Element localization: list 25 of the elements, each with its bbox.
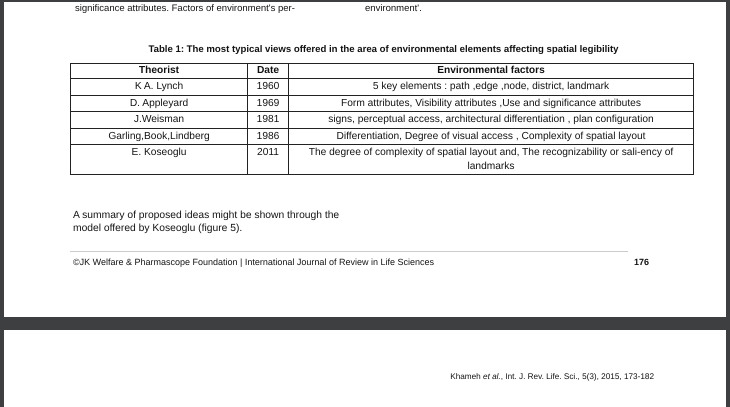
column-header: Environmental factors — [288, 64, 694, 78]
paragraph: A summary of proposed ideas might be shown through the model offered by Koseoglu (figure 5). — [73, 209, 340, 235]
page-number: 176 — [634, 257, 649, 267]
table-cell: The degree of complexity of spatial layout and, The recognizability or sali-ency of landmarks — [288, 144, 694, 174]
table-cell: E. Koseoglu — [70, 144, 248, 174]
body-text: environment'. — [365, 3, 422, 14]
table-cell: 1981 — [248, 112, 288, 128]
table-cell: signs, perceptual access, architectural differentiation , plan configuration — [288, 112, 694, 128]
column-header: Theorist — [70, 64, 248, 78]
body-text: significance attributes. Factors of environment's per- — [75, 3, 296, 14]
table-cell: Form attributes, Visibility attributes ,Use and significance attributes — [288, 95, 694, 112]
table-cell: 5 key elements : path ,edge ,node, district, landmark — [288, 78, 694, 95]
column-header: Date — [248, 64, 288, 78]
table-cell: Differentiation, Degree of visual access , Complexity of spatial layout — [288, 128, 694, 144]
table-cell: 1986 — [248, 128, 288, 144]
table-cell: J.Weisman — [70, 112, 248, 128]
table-cell: D. Appleyard — [70, 95, 248, 112]
citation-text: Khameh et al., Int. J. Rev. Life. Sci., 5(3), 2015, 173-182 — [450, 372, 654, 383]
table-cell: 2011 — [248, 144, 288, 174]
table-cell: 1960 — [248, 78, 288, 95]
table-cell: K A. Lynch — [70, 78, 248, 95]
table-cell: 1969 — [248, 95, 288, 112]
table-cell: Garling,Book,Lindberg — [70, 128, 248, 144]
table-caption: Table 1: The most typical views offered in the area of environmental elements affecting spatial legibility — [147, 44, 620, 56]
footer-text: ©JK Welfare & Pharmascope Foundation | International Journal of Review in Life Sciences — [73, 257, 434, 267]
